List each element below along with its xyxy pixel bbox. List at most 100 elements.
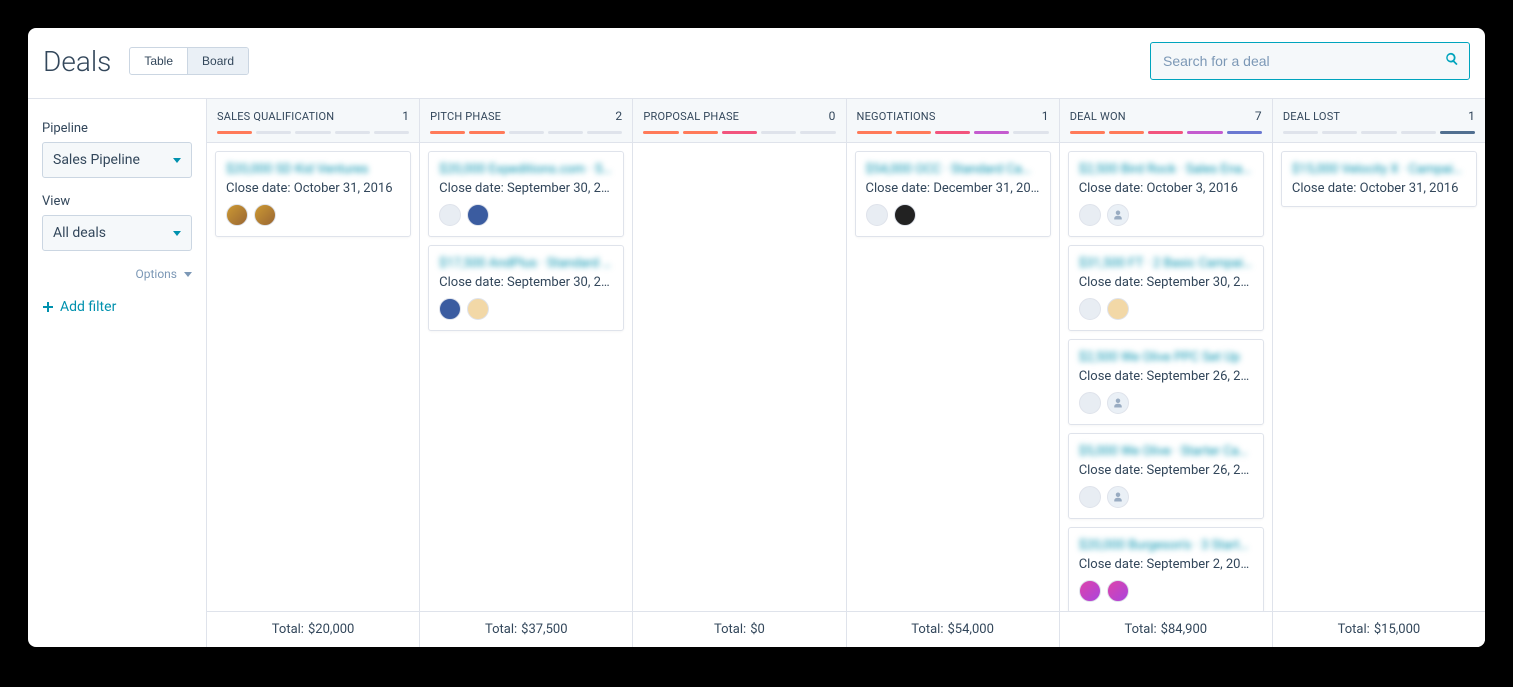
options-label: Options (136, 267, 178, 281)
options-menu[interactable]: Options (42, 267, 192, 281)
close-date-label: Close date: (1079, 557, 1147, 572)
search-container (1150, 42, 1470, 80)
app-window: Deals Table Board Pipeline Sales Pipelin… (28, 28, 1485, 647)
progress-segment (1187, 131, 1222, 134)
kanban-column: PITCH PHASE2 $20,000 Expeditions.com · St… (419, 99, 632, 647)
filters-sidebar: Pipeline Sales Pipeline View All deals O… (28, 99, 206, 647)
column-total: Total: $37,500 (420, 611, 632, 647)
view-select[interactable]: All deals (42, 215, 192, 251)
progress-segment (1283, 131, 1318, 134)
chevron-down-icon (173, 231, 181, 236)
avatar (1107, 392, 1129, 414)
deal-card[interactable]: $20,000 SD Kid VenturesClose date: Octob… (215, 151, 411, 237)
deal-title: $15,000 Velocity X · Campaign (1292, 162, 1466, 177)
deal-title: $20,000 Expeditions.com · Stan… (439, 162, 613, 177)
column-cards (633, 143, 845, 611)
deal-title: $54,000 OCC · Standard Campa… (866, 162, 1040, 177)
progress-segment (761, 131, 796, 134)
progress-segment (469, 131, 504, 134)
avatar (1079, 580, 1101, 602)
deal-card[interactable]: $5,000 We Olive · Starter Ca…Close date:… (1068, 433, 1264, 519)
column-total: Total: $20,000 (207, 611, 419, 647)
column-count: 1 (402, 109, 409, 123)
column-header: SALES QUALIFICATION1 (207, 99, 419, 143)
kanban-column: NEGOTIATIONS1$54,000 OCC · Standard Camp… (846, 99, 1059, 647)
deal-title: $2,500 Bird Rock · Sales Enab… (1079, 162, 1253, 177)
column-cards: $20,000 SD Kid VenturesClose date: Octob… (207, 143, 419, 611)
kanban-column: PROPOSAL PHASE0 Total: $0 (632, 99, 845, 647)
deal-card[interactable]: $20,000 Expeditions.com · Stan… Close dat… (428, 151, 624, 237)
page-title: Deals (43, 45, 111, 78)
person-icon (1112, 209, 1124, 221)
close-date-label: Close date: (1079, 369, 1147, 384)
deal-title: $20,000 SD Kid Ventures (226, 162, 400, 177)
chevron-down-icon (173, 158, 181, 163)
deal-card[interactable]: $31,500 FT · 2 Basic Campai…Close date: … (1068, 245, 1264, 331)
column-title-row: DEAL LOST1 (1283, 109, 1475, 123)
deal-card[interactable]: $2,500 Bird Rock · Sales Enab…Close date… (1068, 151, 1264, 237)
view-toggle-board[interactable]: Board (188, 48, 248, 74)
deal-avatars (1079, 298, 1253, 320)
progress-segment (974, 131, 1009, 134)
avatar (1107, 204, 1129, 226)
total-value: $20,000 (308, 622, 354, 637)
column-count: 1 (1042, 109, 1049, 123)
avatar (1107, 486, 1129, 508)
close-date-value: September 30, 2016 (507, 275, 613, 290)
progress-segment (683, 131, 718, 134)
avatar (226, 204, 248, 226)
close-date-value: October 31, 2016 (1360, 181, 1459, 196)
close-date-label: Close date: (1079, 463, 1147, 478)
avatar (439, 204, 461, 226)
add-filter-button[interactable]: Add filter (42, 299, 192, 315)
chevron-down-icon (184, 272, 192, 277)
view-toggle-table[interactable]: Table (130, 48, 188, 74)
kanban-column: DEAL WON7$2,500 Bird Rock · Sales Enab…C… (1059, 99, 1272, 647)
deal-card[interactable]: $17,500 AndPlus · Standard Ca…Close date… (428, 245, 624, 331)
view-value: All deals (53, 225, 106, 241)
close-date-value: September 26, 20… (1146, 369, 1252, 384)
add-filter-label: Add filter (60, 299, 116, 315)
progress-segment (1440, 131, 1475, 134)
deal-card[interactable]: $2,500 We Olive PPC Set Up Close date: Se… (1068, 339, 1264, 425)
close-date-label: Close date: (439, 181, 507, 196)
column-total: Total: $54,000 (847, 611, 1059, 647)
deal-close-date: Close date: September 26, 20… (1079, 369, 1253, 384)
total-value: $15,000 (1374, 622, 1420, 637)
column-header: DEAL LOST1 (1273, 99, 1485, 143)
pipeline-select[interactable]: Sales Pipeline (42, 142, 192, 178)
column-title-row: PROPOSAL PHASE0 (643, 109, 835, 123)
column-header: PITCH PHASE2 (420, 99, 632, 143)
column-cards: $15,000 Velocity X · CampaignClose date:… (1273, 143, 1485, 611)
column-title-row: PITCH PHASE2 (430, 109, 622, 123)
progress-segment (1322, 131, 1357, 134)
close-date-value: October 3, 2016 (1146, 181, 1237, 196)
search-input[interactable] (1161, 52, 1445, 70)
view-label: View (42, 194, 192, 209)
column-count: 7 (1255, 109, 1262, 123)
column-count: 2 (615, 109, 622, 123)
deal-card[interactable]: $15,000 Velocity X · CampaignClose date:… (1281, 151, 1477, 207)
progress-segment (1401, 131, 1436, 134)
column-progress (857, 131, 1049, 134)
avatar (1079, 392, 1101, 414)
deal-card[interactable]: $54,000 OCC · Standard Campa… Close date:… (855, 151, 1051, 237)
deal-avatars (1079, 204, 1253, 226)
close-date-value: September 30, 2016 (507, 181, 613, 196)
deal-avatars (1079, 580, 1253, 602)
progress-segment (935, 131, 970, 134)
progress-segment (509, 131, 544, 134)
column-progress (430, 131, 622, 134)
column-progress (1283, 131, 1475, 134)
pipeline-value: Sales Pipeline (53, 152, 140, 168)
deal-card[interactable]: $20,000 Burgeson's · 3 Starte…Close date… (1068, 527, 1264, 611)
column-total: Total: $0 (633, 611, 845, 647)
deal-close-date: Close date: December 31, 2016 (866, 181, 1040, 196)
person-icon (1112, 491, 1124, 503)
deal-title: $2,500 We Olive PPC Set Up (1079, 350, 1253, 365)
deal-title: $17,500 AndPlus · Standard Ca… (439, 256, 613, 271)
column-title: PROPOSAL PHASE (643, 110, 739, 123)
deal-close-date: Close date: September 30, 20… (1079, 275, 1253, 290)
avatar (467, 298, 489, 320)
progress-segment (643, 131, 678, 134)
